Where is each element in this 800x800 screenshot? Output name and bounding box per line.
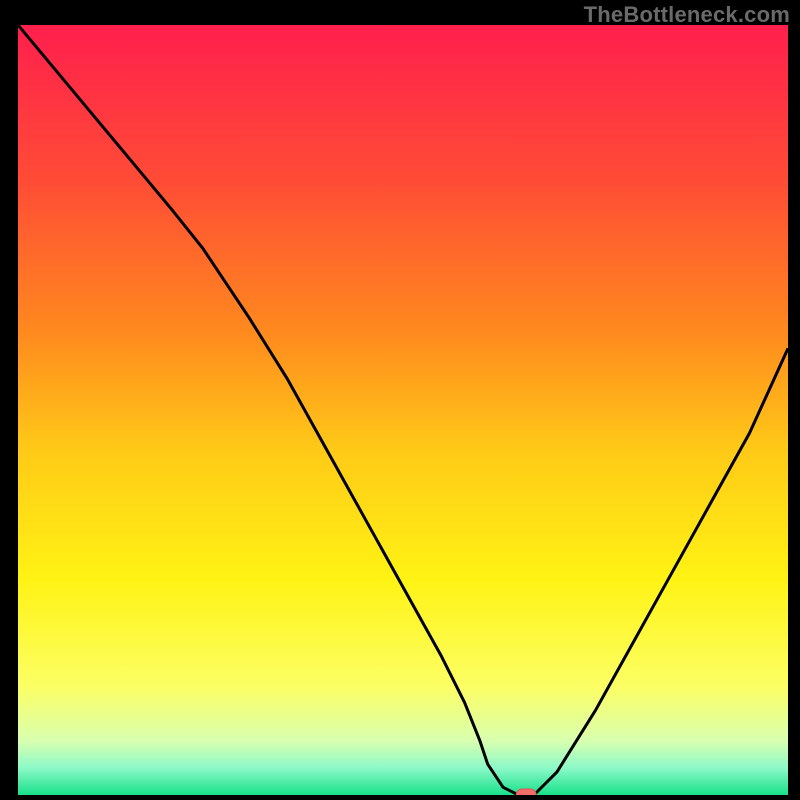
chart-frame: TheBottleneck.com [0,0,800,800]
gradient-background [18,25,788,795]
bottleneck-chart [18,25,788,795]
optimal-marker [516,789,536,795]
